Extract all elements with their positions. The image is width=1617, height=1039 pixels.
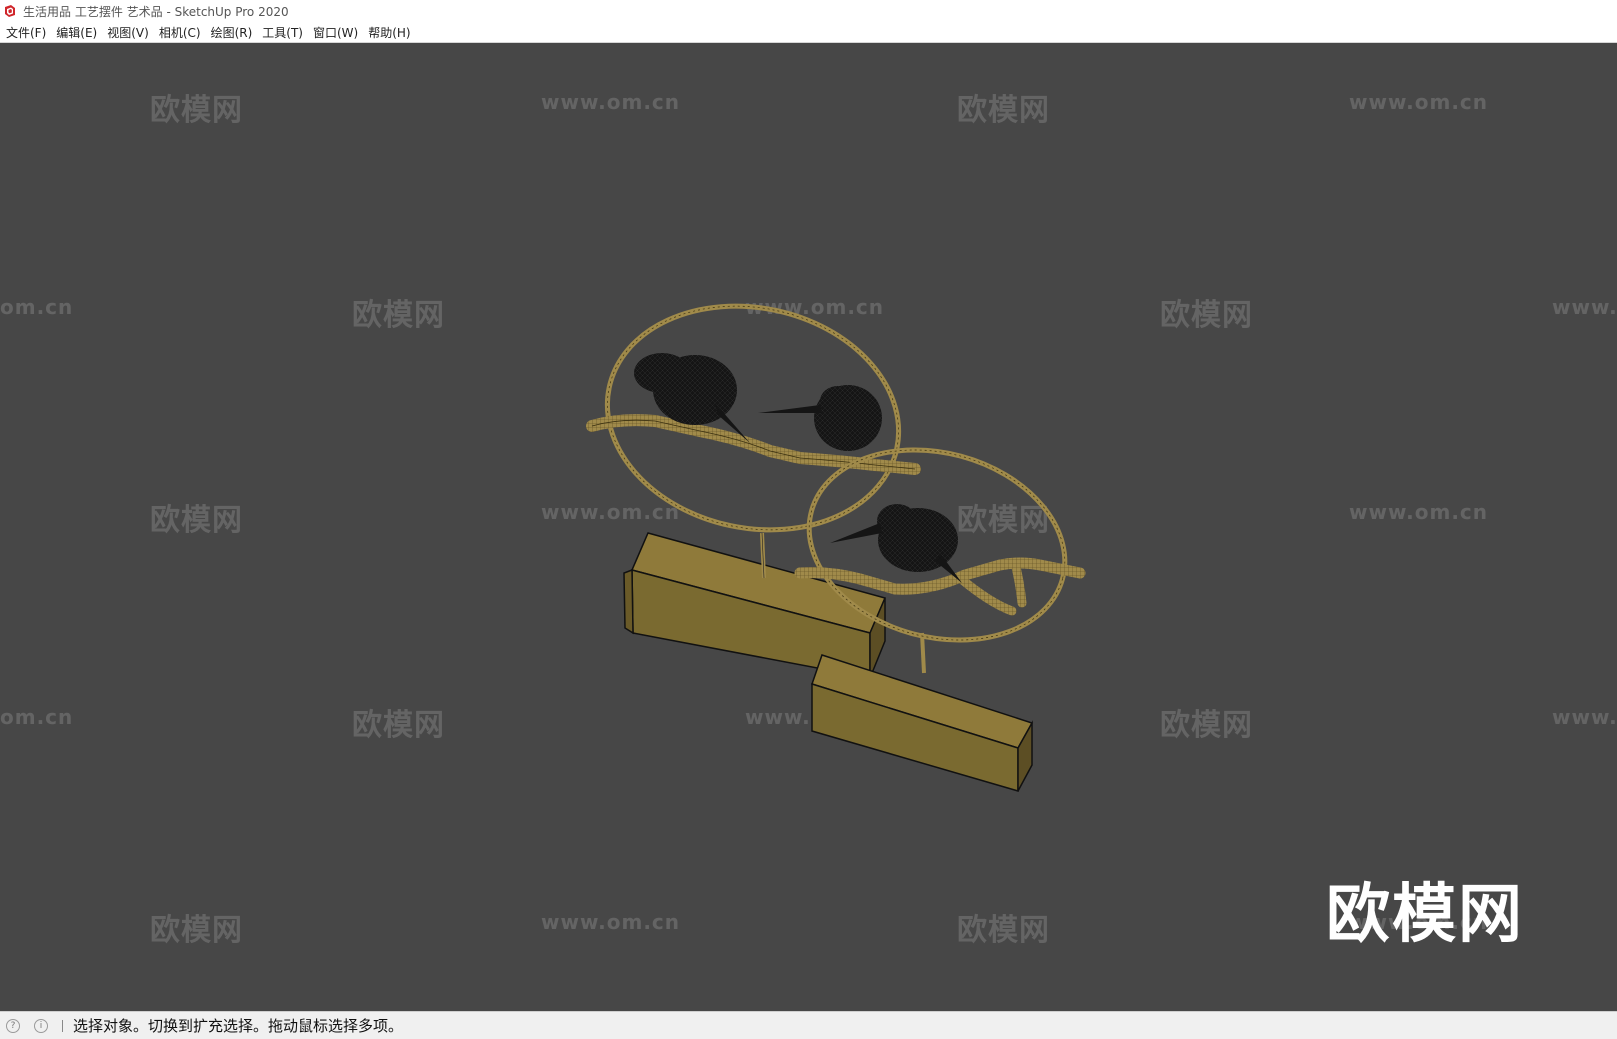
base-block-left: [623, 532, 887, 679]
menu-bar: 文件(F) 编辑(E) 视图(V) 相机(C) 绘图(R) 工具(T) 窗口(W…: [0, 22, 1617, 43]
brand-logo: 欧模网: [1326, 878, 1524, 952]
menu-edit[interactable]: 编辑(E): [53, 24, 104, 41]
menu-window[interactable]: 窗口(W): [310, 24, 365, 41]
info-icon[interactable]: i: [34, 1018, 48, 1033]
menu-tools[interactable]: 工具(T): [259, 24, 310, 41]
status-divider: [62, 1019, 63, 1032]
menu-help[interactable]: 帮助(H): [365, 24, 417, 41]
model-viewport[interactable]: 欧模网 www.om.cn 欧模网 www.om.cn om.cn 欧模网 ww…: [0, 43, 1617, 1011]
status-message: 选择对象。切换到扩充选择。拖动鼠标选择多项。: [73, 1017, 404, 1035]
status-bar: ? i 选择对象。切换到扩充选择。拖动鼠标选择多项。: [0, 1011, 1617, 1039]
title-bar: 生活用品 工艺摆件 艺术品 - SketchUp Pro 2020: [0, 0, 1617, 22]
window-title: 生活用品 工艺摆件 艺术品 - SketchUp Pro 2020: [23, 4, 289, 19]
menu-draw[interactable]: 绘图(R): [208, 24, 260, 41]
geolocation-icon[interactable]: ?: [6, 1018, 20, 1033]
bird-middle: [758, 385, 882, 451]
base-block-right: [811, 654, 1034, 792]
menu-view[interactable]: 视图(V): [104, 24, 156, 41]
menu-file[interactable]: 文件(F): [3, 24, 53, 41]
menu-camera[interactable]: 相机(C): [156, 24, 208, 41]
sketchup-logo-icon: [5, 5, 15, 17]
